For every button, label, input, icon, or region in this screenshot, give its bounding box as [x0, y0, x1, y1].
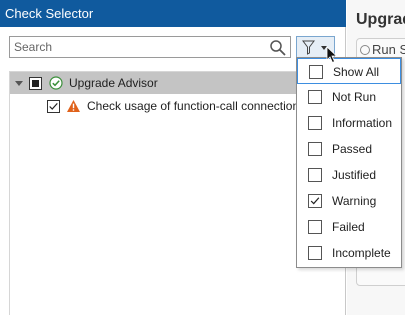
check-selector-panel: Check Selector Upgrade Advisor — [0, 0, 347, 315]
passed-icon — [49, 76, 63, 90]
menu-item-warning[interactable]: Warning — [297, 188, 401, 214]
search-icon[interactable] — [269, 39, 287, 56]
right-panel-sub: Run S — [372, 42, 405, 57]
menu-label: Justified — [332, 168, 377, 182]
menu-checkbox[interactable] — [308, 142, 322, 156]
menu-item-justified[interactable]: Justified — [297, 162, 401, 188]
run-selected-radio[interactable] — [360, 45, 370, 55]
expand-arrow-icon[interactable] — [15, 81, 23, 86]
menu-label: Information — [332, 116, 393, 130]
menu-checkbox[interactable] — [308, 168, 322, 182]
check-label: Check usage of function-call connection — [87, 99, 300, 113]
menu-label: Passed — [332, 142, 373, 156]
menu-checkbox[interactable] — [308, 90, 322, 104]
menu-item-information[interactable]: Information — [297, 110, 401, 136]
warning-icon — [67, 100, 80, 112]
menu-item-incomplete[interactable]: Incomplete — [297, 240, 401, 266]
menu-item-failed[interactable]: Failed — [297, 214, 401, 240]
check-checkbox[interactable] — [47, 100, 60, 113]
tree-root-label: Upgrade Advisor — [69, 76, 158, 90]
menu-checkbox[interactable] — [308, 220, 322, 234]
menu-checkbox[interactable] — [308, 116, 322, 130]
root-checkbox[interactable] — [29, 77, 42, 90]
menu-item-show-all[interactable]: Show All — [297, 58, 401, 84]
right-panel-title: Upgrade — [356, 11, 405, 28]
menu-label: Show All — [333, 65, 380, 79]
search-box[interactable] — [9, 36, 291, 58]
menu-item-passed[interactable]: Passed — [297, 136, 401, 162]
filter-menu: Show All Not Run Information Passed Just… — [296, 57, 402, 268]
menu-label: Not Run — [332, 90, 377, 104]
funnel-icon — [302, 40, 315, 55]
menu-item-not-run[interactable]: Not Run — [297, 84, 401, 110]
menu-checkbox-checked[interactable] — [308, 194, 322, 208]
menu-label: Failed — [332, 220, 365, 234]
menu-checkbox[interactable] — [308, 246, 322, 260]
window-title: Check Selector — [0, 0, 346, 27]
menu-label: Warning — [332, 194, 377, 208]
search-input[interactable] — [10, 37, 260, 57]
mouse-pointer-icon — [326, 46, 338, 64]
menu-checkbox[interactable] — [309, 65, 323, 79]
menu-label: Incomplete — [332, 246, 391, 260]
